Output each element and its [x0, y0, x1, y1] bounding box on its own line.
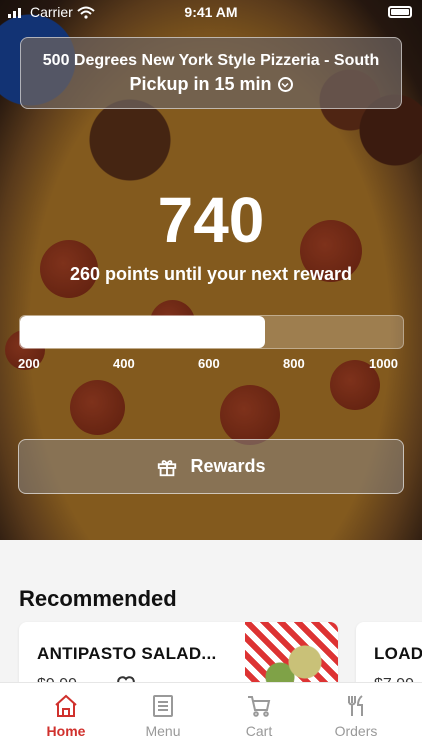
- clock: 9:41 AM: [184, 4, 238, 20]
- tab-label: Orders: [334, 723, 378, 739]
- tab-label: Home: [46, 723, 86, 739]
- progress-ticks: 200 400 600 800 1000: [18, 356, 404, 374]
- menu-icon: [153, 695, 173, 717]
- recommended-heading: Recommended: [19, 586, 177, 611]
- rewards-progress-bar: [19, 315, 404, 349]
- points-until-reward: 260 points until your next reward: [69, 264, 353, 284]
- status-bar: Carrier 9:41 AM: [0, 0, 422, 24]
- orders-icon: [348, 695, 363, 716]
- cart-icon: [248, 696, 271, 717]
- item-name: LOAD: [374, 644, 422, 663]
- item-name: ANTIPASTO SALAD...: [37, 644, 217, 663]
- store-selector[interactable]: 500 Degrees New York Style Pizzeria - So…: [20, 37, 402, 109]
- chevron-down-icon: [277, 77, 293, 92]
- tab-label: Cart: [245, 723, 273, 739]
- rewards-progress-fill: [20, 316, 266, 348]
- tab-bar: Home Menu Cart Orders: [0, 682, 422, 750]
- tick-label: 600: [198, 356, 220, 371]
- tick-label: 200: [18, 356, 40, 371]
- battery-icon: [388, 6, 412, 18]
- pickup-label: Pickup in 15 min: [129, 74, 272, 94]
- home-icon: [55, 694, 77, 717]
- tab-menu[interactable]: Menu: [115, 683, 211, 750]
- points-balance: 740: [157, 184, 265, 256]
- tick-label: 800: [283, 356, 305, 371]
- tab-cart[interactable]: Cart: [211, 683, 307, 750]
- tab-home[interactable]: Home: [18, 683, 114, 750]
- tab-label: Menu: [145, 723, 181, 739]
- rewards-button[interactable]: Rewards: [18, 439, 404, 494]
- store-name: 500 Degrees New York Style Pizzeria - So…: [42, 52, 380, 69]
- pickup-time[interactable]: Pickup in 15 min: [21, 74, 401, 95]
- tick-label: 400: [113, 356, 135, 371]
- tab-orders[interactable]: Orders: [308, 683, 404, 750]
- gift-icon: [158, 459, 177, 476]
- tick-label: 1000: [369, 356, 398, 371]
- rewards-button-label: Rewards: [190, 456, 266, 476]
